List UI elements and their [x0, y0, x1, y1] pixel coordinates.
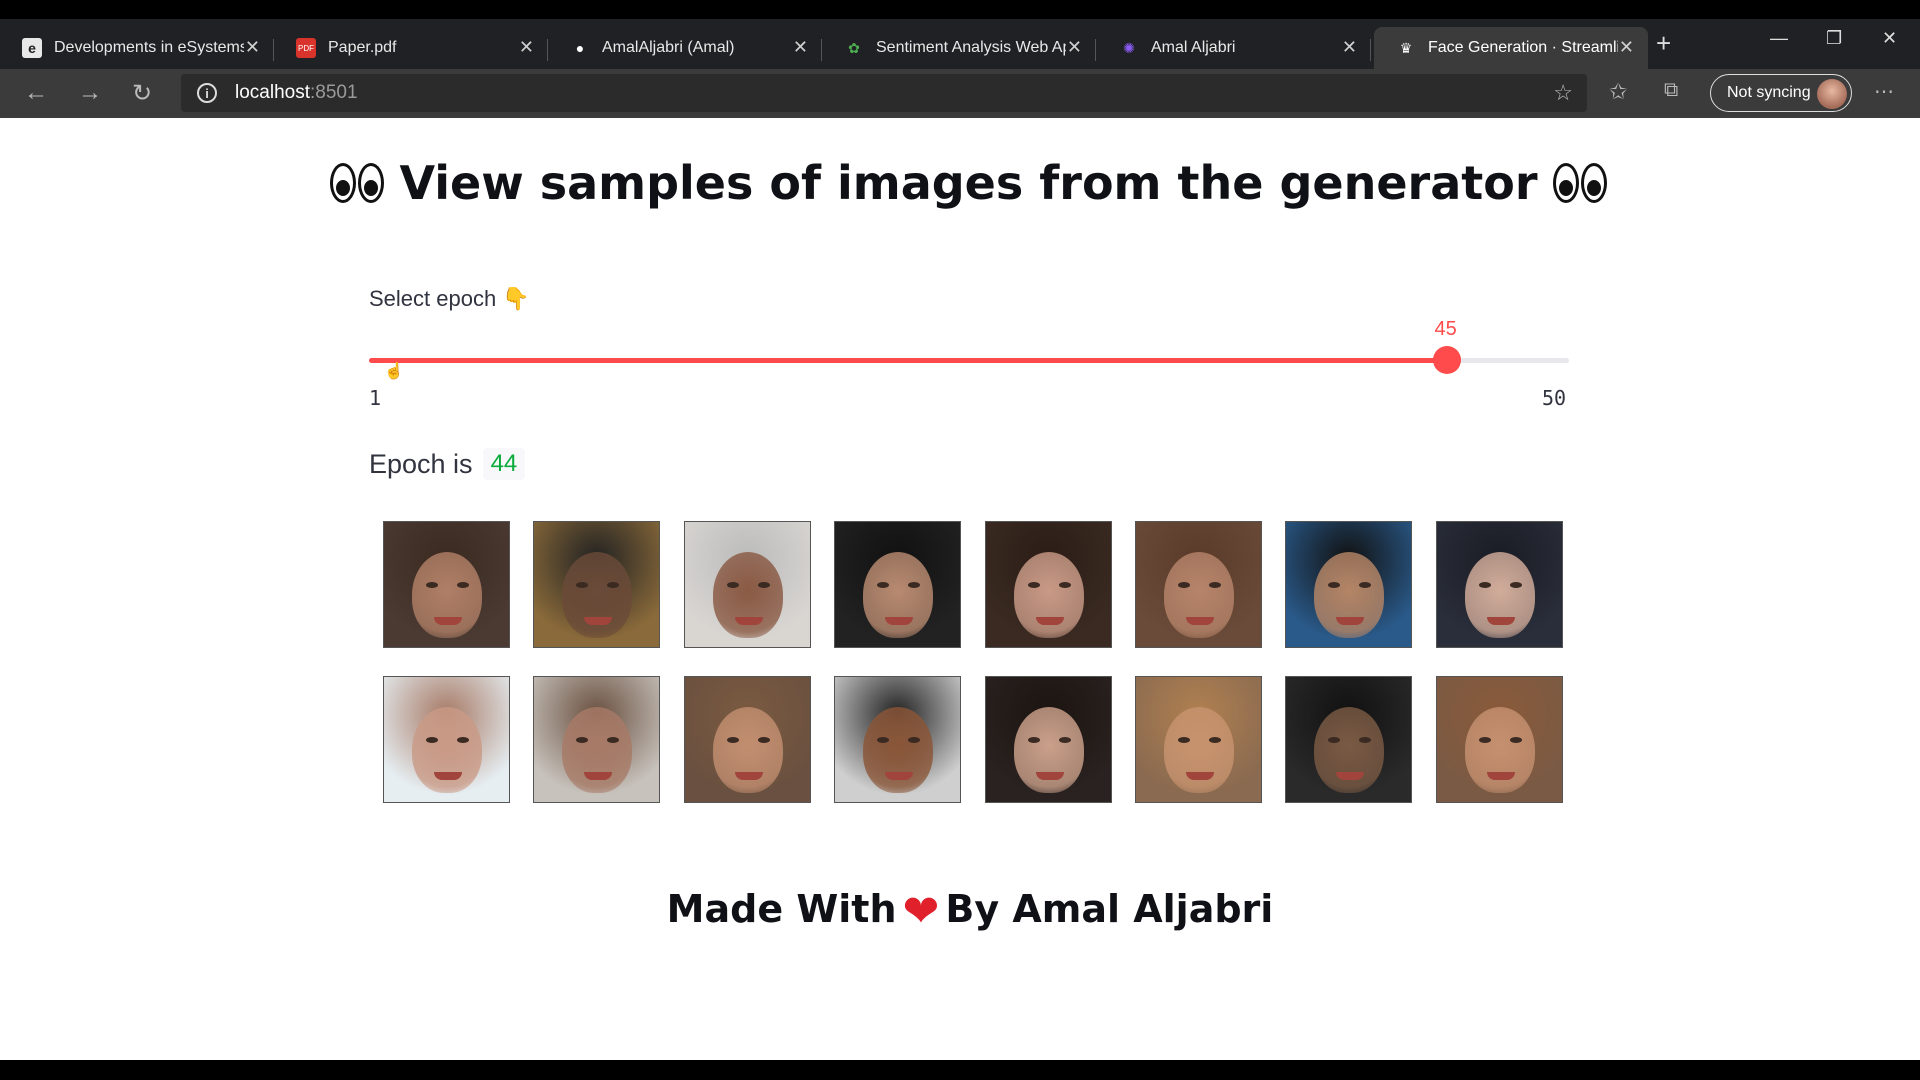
generated-face-image — [984, 676, 1112, 803]
pdf-icon: PDF — [296, 38, 316, 58]
footer: Made With ❤ By Amal Aljabri — [666, 886, 1274, 937]
generated-face-image — [1135, 521, 1262, 648]
slider-value: 45 — [1434, 318, 1457, 340]
streamlit-icon: ♛ — [1399, 39, 1413, 56]
tab-close-icon[interactable]: ✕ — [245, 37, 260, 58]
back-icon[interactable]: ← — [24, 79, 48, 107]
tab-bar: e Developments in eSystems E ✕ PDF Paper.pdf… — [0, 19, 1920, 69]
sync-button[interactable]: Not syncing — [1710, 74, 1852, 112]
tab-title: Sentiment Analysis Web App — [876, 39, 1066, 56]
screen-bottom-border — [0, 1060, 1920, 1080]
eyes-icon — [1552, 160, 1608, 214]
url-text[interactable]: localhost:8501 — [235, 82, 358, 104]
hand-cursor-icon: ☝ — [384, 363, 404, 380]
sync-label: Not syncing — [1727, 84, 1811, 101]
tab-title: Developments in eSystems E — [54, 39, 244, 56]
slider-max: 50 — [1542, 386, 1567, 410]
generated-face-image — [1285, 676, 1413, 803]
generated-face-image — [834, 521, 962, 648]
minimize-icon[interactable]: — — [1770, 28, 1788, 49]
favorite-star-icon[interactable]: ☆ — [1553, 80, 1573, 106]
generated-face-image — [533, 521, 661, 648]
streamlit-page: View samples of images from the generato… — [0, 118, 1920, 1060]
browser-tab[interactable]: e Developments in eSystems E ✕ — [0, 27, 274, 69]
browser-tab[interactable]: ✿ Sentiment Analysis Web App ✕ — [822, 27, 1096, 69]
slider-label: Select epoch 👇 — [369, 286, 530, 311]
collections-icon[interactable]: ⧉ — [1664, 79, 1678, 102]
generated-face-image — [1435, 521, 1563, 648]
generated-face-image — [533, 676, 661, 803]
browser-tab[interactable]: ♛ Face Generation · Streamlit ✕ — [1374, 27, 1648, 69]
epoch-slider[interactable] — [369, 346, 1569, 374]
tab-title: AmalAljabri (Amal) — [602, 39, 735, 56]
browser-tab[interactable]: ✺ Amal Aljabri ✕ — [1097, 27, 1371, 69]
heart-icon: ❤ — [902, 886, 940, 937]
generated-face-image — [383, 676, 510, 803]
tab-close-icon[interactable]: ✕ — [519, 37, 534, 58]
e-icon: e — [22, 38, 42, 58]
restore-icon[interactable]: ❐ — [1826, 28, 1842, 49]
github-icon: ● — [575, 40, 585, 56]
close-window-icon[interactable]: ✕ — [1882, 28, 1897, 49]
sparkle-icon: ✺ — [1123, 39, 1135, 56]
tab-close-icon[interactable]: ✕ — [793, 37, 808, 58]
new-tab-button[interactable]: + — [1656, 28, 1671, 59]
profile-avatar — [1817, 79, 1847, 109]
browser-tab[interactable]: PDF Paper.pdf ✕ — [274, 27, 548, 69]
more-icon[interactable]: ⋯ — [1874, 79, 1894, 104]
sentiment-icon: ✿ — [848, 39, 860, 56]
favorites-icon[interactable]: ✩ — [1609, 79, 1627, 105]
tab-close-icon[interactable]: ✕ — [1067, 37, 1082, 58]
site-info-icon[interactable]: i — [197, 83, 217, 103]
generated-face-image — [834, 676, 962, 803]
tab-title: Paper.pdf — [328, 39, 397, 56]
generated-face-image — [683, 676, 811, 803]
generated-face-image — [383, 521, 510, 648]
tab-close-icon[interactable]: ✕ — [1342, 37, 1357, 58]
browser-tab[interactable]: ● AmalAljabri (Amal) ✕ — [548, 27, 822, 69]
eyes-icon — [329, 160, 385, 214]
address-bar[interactable]: i localhost:8501 ☆ — [181, 74, 1587, 112]
tab-close-icon[interactable]: ✕ — [1619, 37, 1634, 58]
screen: e Developments in eSystems E ✕ PDF Paper.pdf… — [0, 0, 1920, 1080]
generated-face-image — [683, 521, 811, 648]
slider-fill — [369, 358, 1447, 363]
refresh-icon[interactable]: ↻ — [132, 79, 152, 108]
slider-min: 1 — [369, 386, 382, 410]
tab-title: Face Generation · Streamlit — [1428, 39, 1618, 56]
page-title: View samples of images from the generato… — [0, 156, 1920, 214]
generated-face-image — [1435, 676, 1563, 803]
generated-face-image — [984, 521, 1112, 648]
epoch-text: Epoch is 44 — [369, 448, 526, 480]
address-bar-row: ← → ↻ i localhost:8501 ☆ ✩ ⧉ Not syncing… — [0, 69, 1920, 118]
tab-title: Amal Aljabri — [1151, 39, 1236, 56]
forward-icon[interactable]: → — [78, 79, 102, 107]
epoch-prefix: Epoch is — [369, 448, 473, 479]
generated-face-image — [1135, 676, 1262, 803]
generated-face-image — [1285, 521, 1413, 648]
slider-thumb[interactable] — [1432, 346, 1461, 374]
epoch-value: 44 — [482, 448, 526, 480]
